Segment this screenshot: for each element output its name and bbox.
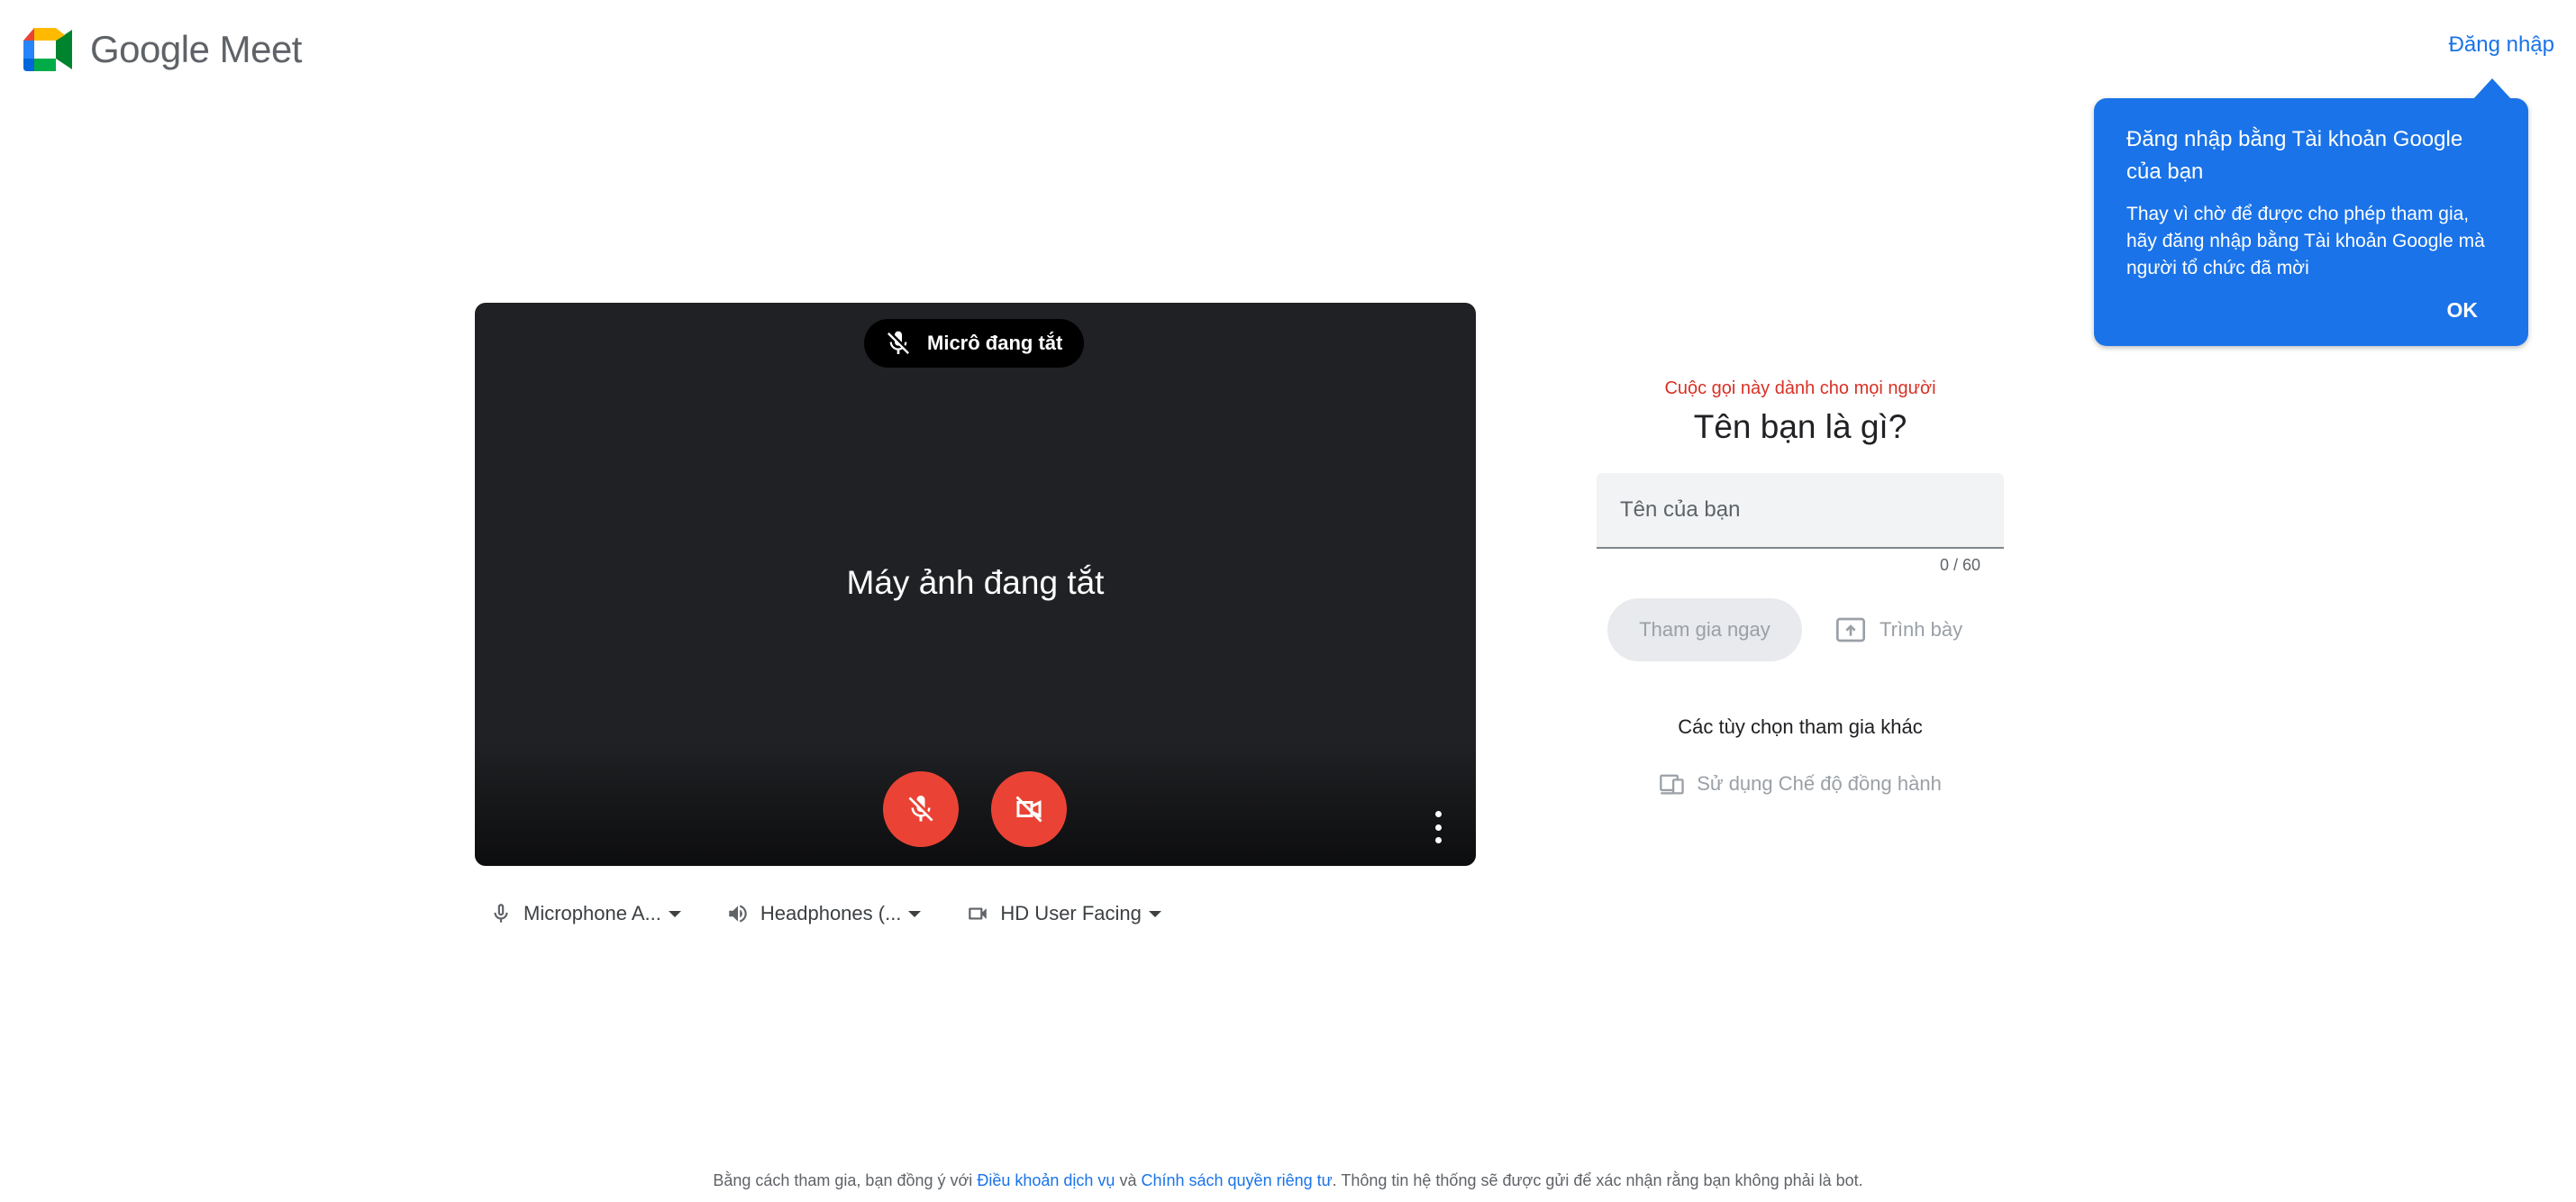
more-vert-icon — [1434, 811, 1442, 817]
sign-in-link[interactable]: Đăng nhập — [2449, 32, 2554, 58]
microphone-label: Microphone A... — [523, 902, 661, 924]
meet-logo-icon — [23, 28, 72, 71]
microphone-select[interactable]: Microphone A... — [489, 902, 681, 925]
present-to-all-icon — [1836, 617, 1865, 642]
name-question: Tên bạn là gì? — [1693, 408, 1907, 445]
footer-suffix: . Thông tin hệ thống sẽ được gửi để xác … — [1332, 1171, 1863, 1189]
footer-prefix: Bằng cách tham gia, bạn đồng ý với — [713, 1171, 973, 1189]
speaker-label: Headphones (... — [760, 902, 902, 924]
mic-icon — [494, 904, 508, 923]
camera-label: HD User Facing — [1000, 902, 1142, 924]
app-name: Google Meet — [90, 28, 302, 70]
device-bar: Microphone A... Headphones (... HD User … — [489, 897, 1206, 930]
camera-select[interactable]: HD User Facing — [966, 902, 1161, 925]
mic-off-icon — [887, 331, 909, 354]
chevron-down-icon — [1148, 910, 1161, 917]
name-field[interactable] — [1597, 473, 2004, 549]
companion-mode-button[interactable]: Sử dụng Chế độ đồng hành — [1597, 771, 2004, 797]
privacy-policy-link[interactable]: Chính sách quyền riêng tư — [1141, 1171, 1332, 1189]
videocam-off-icon — [1015, 796, 1042, 823]
chevron-down-icon — [908, 910, 922, 917]
devices-icon — [1660, 774, 1684, 795]
speaker-select[interactable]: Headphones (... — [726, 902, 922, 925]
chevron-down-icon — [668, 910, 681, 917]
join-actions: Tham gia ngay Trình bày — [1597, 598, 2004, 661]
camera-off-label: Máy ảnh đang tắt — [846, 564, 1105, 601]
mic-status-label: Micrô đang tắt — [927, 332, 1063, 354]
terms-footer: Bằng cách tham gia, bạn đồng ý với Điều … — [0, 1171, 2576, 1190]
google-meet-logo[interactable]: Google Meet — [23, 27, 302, 72]
terms-of-service-link[interactable]: Điều khoản dịch vụ — [977, 1171, 1115, 1189]
videocam-icon — [969, 907, 988, 920]
char-counter: 0 / 60 — [1939, 556, 1980, 574]
video-preview: Micrô đang tắt Máy ảnh đang tắt — [475, 303, 1476, 866]
preview-gradient — [475, 740, 1476, 866]
present-label: Trình bày — [1880, 618, 1963, 641]
speaker-icon — [729, 905, 747, 923]
toggle-camera-button[interactable] — [991, 771, 1067, 847]
present-button[interactable]: Trình bày — [1834, 615, 1962, 644]
footer-and: và — [1119, 1171, 1137, 1189]
tooltip-title: Đăng nhập bằng Tài khoản Google của bạn — [2126, 127, 2463, 184]
mic-status-pill: Micrô đang tắt — [864, 319, 1085, 368]
other-join-options-heading: Các tùy chọn tham gia khác — [1678, 715, 1923, 738]
tooltip-ok-button[interactable]: OK — [2447, 295, 2479, 326]
sign-in-tooltip: Đăng nhập bằng Tài khoản Google của bạn … — [2094, 78, 2528, 346]
join-now-button[interactable]: Tham gia ngay — [1607, 598, 1802, 661]
join-panel: Cuộc gọi này dành cho mọi người Tên bạn … — [1597, 378, 2004, 797]
tooltip-body: Thay vì chờ để được cho phép tham gia, h… — [2126, 204, 2485, 278]
more-options-button[interactable] — [1427, 811, 1449, 843]
toggle-mic-button[interactable] — [883, 771, 959, 847]
name-input[interactable] — [1618, 496, 1982, 524]
mic-off-icon — [908, 796, 933, 822]
companion-mode-label: Sử dụng Chế độ đồng hành — [1697, 772, 1942, 795]
call-notice: Cuộc gọi này dành cho mọi người — [1664, 378, 1936, 398]
